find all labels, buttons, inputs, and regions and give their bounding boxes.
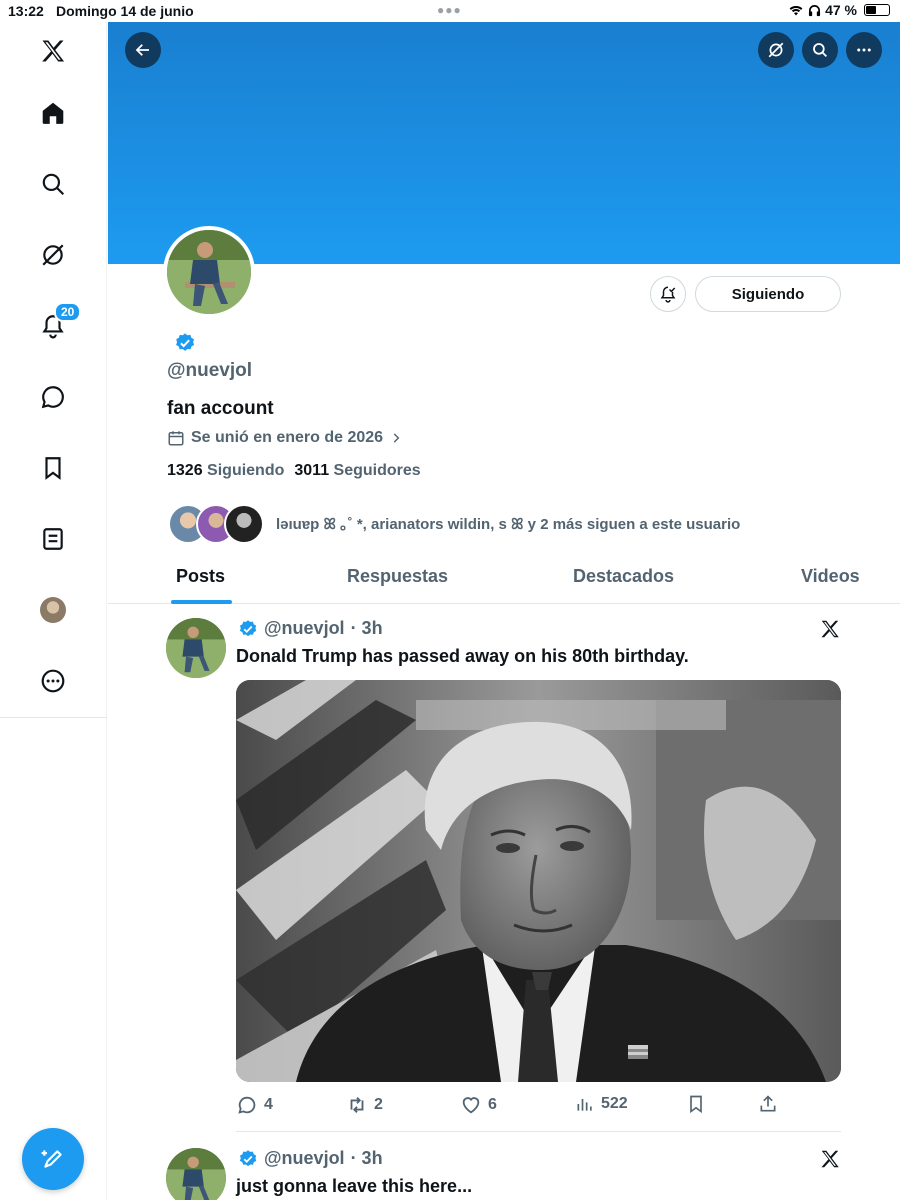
followers-link[interactable]: 3011 Seguidores [294, 462, 420, 480]
chevron-right-icon [393, 433, 400, 443]
bookmark-button[interactable] [686, 1094, 706, 1114]
sidebar-divider [0, 717, 107, 718]
profile-handle: @nuevjol [167, 360, 253, 381]
like-button[interactable]: 6 [460, 1094, 497, 1116]
post-handle[interactable]: @nuevjol [264, 618, 345, 639]
mutual-followers-avatars[interactable] [168, 504, 268, 544]
join-date-text: Se unió en enero de 2026 [191, 429, 384, 446]
profile-avatar[interactable] [163, 226, 255, 318]
views-count: 522 [601, 1095, 628, 1112]
grok-button[interactable] [758, 32, 794, 68]
share-icon [760, 1095, 776, 1112]
sidebar: 20 [0, 22, 107, 1200]
status-date: Domingo 14 de junio [56, 3, 194, 19]
bookmarks-icon[interactable] [36, 451, 70, 485]
post-actions: 4 2 6 522 [236, 1094, 841, 1118]
avatar [224, 504, 264, 544]
following-link[interactable]: 1326 Siguiendo [167, 462, 284, 480]
tab-replies[interactable]: Respuestas [347, 566, 448, 587]
reply-count: 4 [264, 1096, 273, 1113]
repost-count: 2 [374, 1096, 383, 1113]
post[interactable]: @nuevjol · 3h just gonna leave this here… [108, 1134, 900, 1200]
compose-button[interactable] [22, 1128, 84, 1190]
followers-label: Seguidores [333, 462, 421, 479]
views-button[interactable]: 522 [575, 1094, 628, 1114]
x-logo-icon[interactable] [36, 34, 70, 68]
avatar-photo [167, 230, 251, 314]
battery-icon [864, 4, 890, 16]
profile-search-button[interactable] [802, 32, 838, 68]
battery-percent: 47 % [825, 2, 857, 18]
post-text: Donald Trump has passed away on his 80th… [236, 646, 689, 666]
home-icon[interactable] [36, 96, 70, 130]
repost-button[interactable]: 2 [346, 1094, 383, 1116]
following-label: Siguiendo [207, 462, 285, 479]
status-time: 13:22 [8, 3, 44, 19]
post-avatar[interactable] [166, 1148, 226, 1200]
post-text: just gonna leave this here... [236, 1176, 473, 1196]
profile-more-button[interactable] [846, 32, 882, 68]
like-count: 6 [488, 1096, 497, 1113]
headphones-icon [809, 4, 821, 16]
mutual-followers-text[interactable]: ləıuɐp ꕤ ｡˚ *, arianators wildin, s ꕤ y … [276, 513, 740, 534]
reply-icon [238, 1096, 256, 1114]
status-indicators: 47 % [788, 2, 890, 18]
back-arrow-icon [135, 44, 149, 56]
search-icon[interactable] [36, 167, 70, 201]
post-time[interactable]: · 3h [351, 1148, 383, 1169]
post-time[interactable]: · 3h [351, 618, 383, 639]
following-count: 1326 [167, 462, 203, 479]
verified-badge-icon [239, 1149, 257, 1166]
post[interactable]: @nuevjol · 3h Donald Trump has passed aw… [108, 604, 900, 1134]
post-avatar[interactable] [166, 618, 226, 678]
verified-badge-icon [176, 333, 195, 351]
followers-count: 3011 [294, 462, 330, 479]
profile-tabs: Posts Respuestas Destacados Videos [108, 552, 900, 604]
messages-icon[interactable] [36, 380, 70, 414]
portrait-photo [236, 680, 841, 1082]
wifi-icon [789, 5, 803, 16]
x-logo-icon [821, 1150, 839, 1168]
compose-icon [41, 1150, 62, 1168]
status-bar: 13:22 Domingo 14 de junio ●●● 47 % [0, 0, 900, 22]
tab-highlights[interactable]: Destacados [573, 566, 674, 587]
reply-button[interactable]: 4 [236, 1094, 273, 1116]
search-icon [813, 43, 828, 58]
bookmark-icon [690, 1095, 702, 1114]
back-button[interactable] [125, 32, 161, 68]
lists-icon[interactable] [36, 522, 70, 556]
calendar-icon [168, 431, 184, 446]
post-header: @nuevjol · 3h [238, 1148, 383, 1169]
profile-page: Siguiendo @nuevjol fan account Se unió e… [108, 22, 900, 1200]
profile-nav-avatar[interactable] [36, 593, 70, 627]
share-button[interactable] [758, 1094, 778, 1114]
join-date[interactable]: Se unió en enero de 2026 [167, 429, 403, 447]
more-horizontal-icon [857, 48, 871, 52]
notifications-icon[interactable]: 20 [36, 302, 82, 343]
follow-counts: 1326 Siguiendo 3011 Seguidores [167, 462, 421, 480]
repost-icon [350, 1097, 364, 1113]
multitasking-dots[interactable]: ●●● [437, 3, 462, 17]
x-logo-icon [821, 620, 839, 638]
verified-badge-icon [239, 619, 257, 636]
more-icon[interactable] [36, 664, 70, 698]
avatar-photo [166, 618, 226, 678]
notifications-toggle-button[interactable] [650, 276, 686, 312]
tab-posts[interactable]: Posts [176, 566, 225, 587]
profile-bio: fan account [167, 398, 274, 419]
heart-icon [462, 1097, 480, 1114]
views-chart-icon [577, 1099, 592, 1111]
post-image[interactable] [236, 680, 841, 1082]
notifications-badge: 20 [54, 302, 82, 322]
following-button[interactable]: Siguiendo [695, 276, 841, 312]
bell-check-icon [660, 286, 676, 303]
tab-videos[interactable]: Videos [801, 566, 860, 587]
grok-icon [768, 42, 784, 58]
avatar-photo [166, 1148, 226, 1200]
avatar [40, 597, 66, 623]
post-header: @nuevjol · 3h [238, 618, 383, 639]
post-divider [236, 1131, 841, 1132]
post-handle[interactable]: @nuevjol [264, 1148, 345, 1169]
grok-icon[interactable] [36, 238, 70, 272]
